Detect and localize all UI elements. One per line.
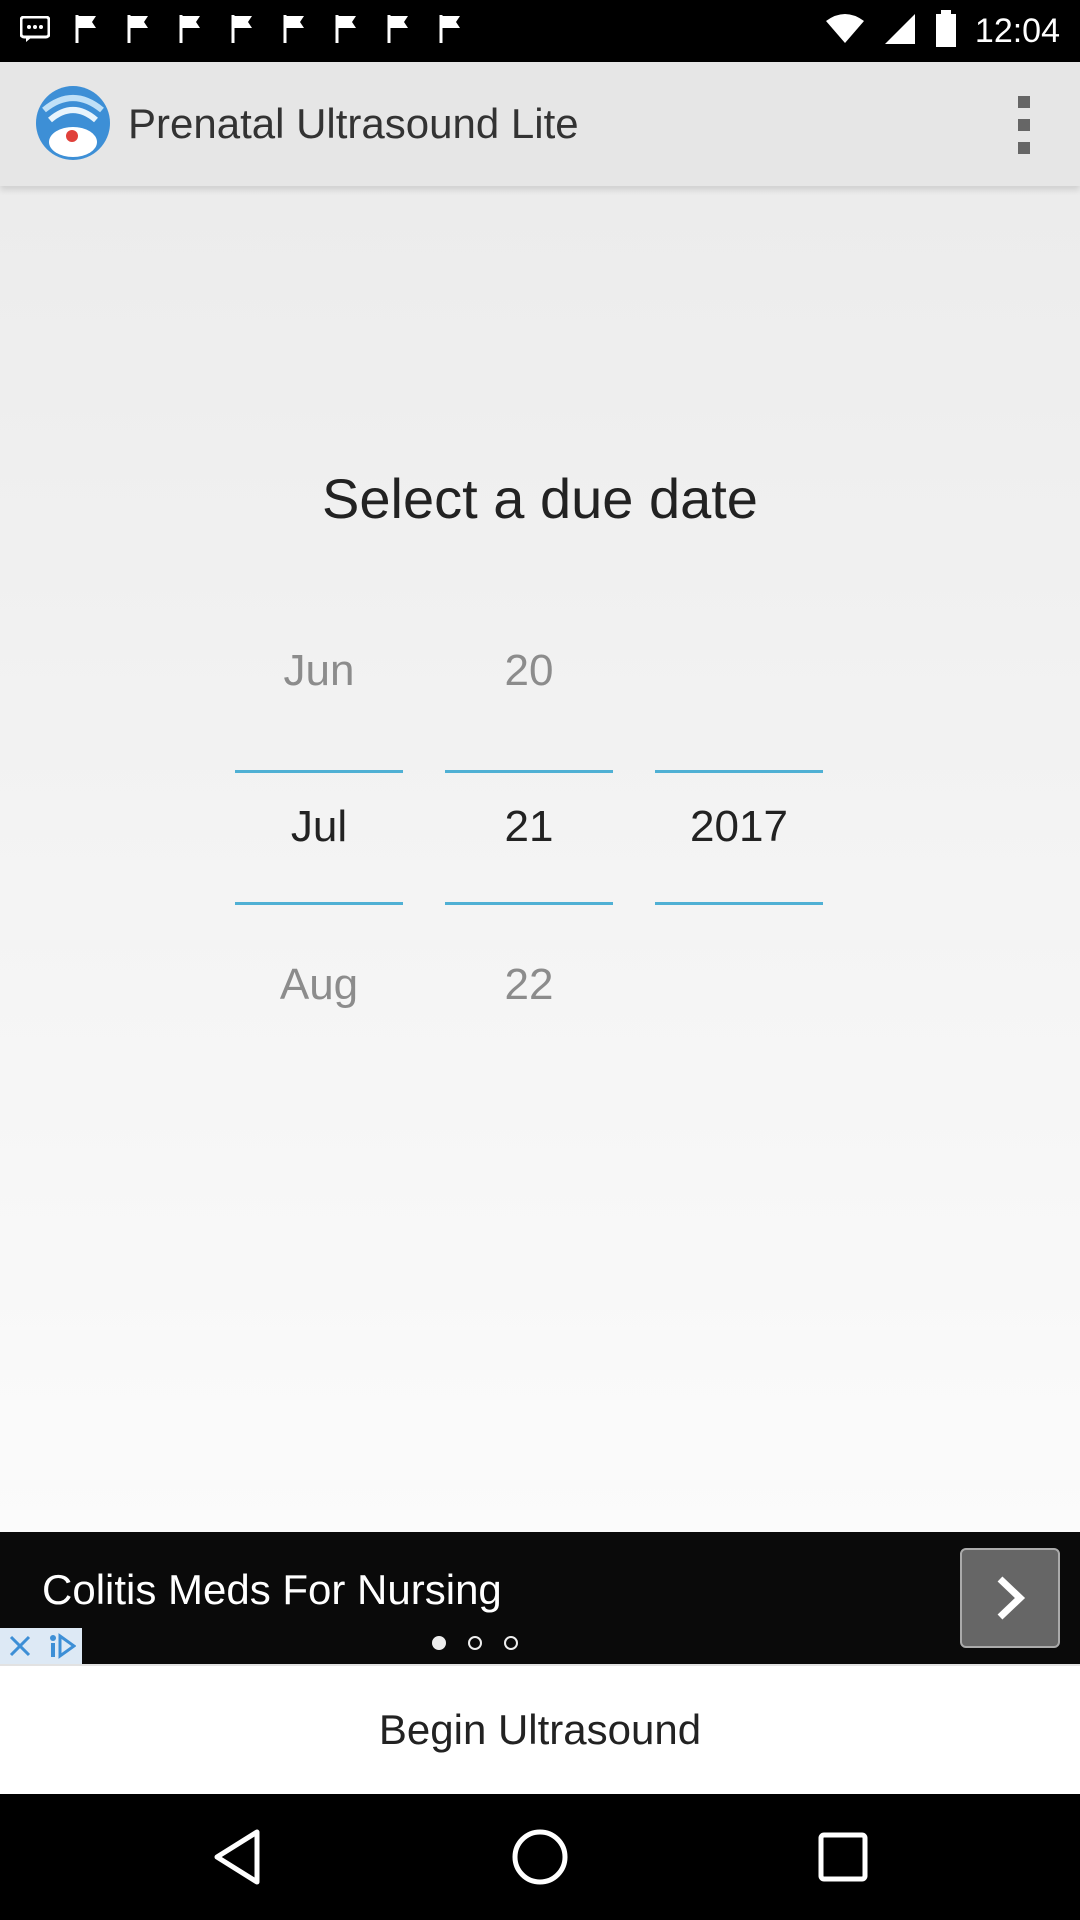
overflow-menu-icon[interactable] <box>1004 96 1044 154</box>
picker-divider-top <box>655 770 823 773</box>
year-picker[interactable]: 2017 <box>655 646 823 1026</box>
signal-icon <box>883 12 917 51</box>
picker-divider-top <box>235 770 403 773</box>
month-selected[interactable]: Jul <box>235 802 403 852</box>
pager-dot <box>504 1636 518 1650</box>
flag-icon <box>124 12 154 46</box>
chevron-right-icon <box>997 1576 1026 1620</box>
recents-icon[interactable] <box>810 1824 876 1890</box>
begin-ultrasound-label: Begin Ultrasound <box>378 1706 702 1753</box>
picker-divider-bottom <box>655 902 823 905</box>
status-indicators: 12:04 <box>825 10 1060 53</box>
status-bar: 12:04 <box>0 0 1080 62</box>
day-next[interactable]: 22 <box>445 960 613 1010</box>
flag-icon <box>332 12 362 46</box>
flag-icon <box>228 12 258 46</box>
flag-icon <box>280 12 310 46</box>
navigation-bar <box>0 1794 1080 1920</box>
day-prev[interactable]: 20 <box>445 646 613 696</box>
picker-divider-bottom <box>235 902 403 905</box>
ad-next-button[interactable] <box>960 1548 1060 1648</box>
ultrasound-logo-icon <box>34 84 112 162</box>
app-title: Prenatal Ultrasound Lite <box>128 100 579 147</box>
month-prev[interactable]: Jun <box>235 646 403 696</box>
status-clock: 12:04 <box>974 12 1060 50</box>
year-selected[interactable]: 2017 <box>655 802 823 852</box>
ad-close-icon[interactable] <box>0 1628 40 1664</box>
flag-icon <box>176 12 206 46</box>
flag-icon <box>384 12 414 46</box>
picker-divider-top <box>445 770 613 773</box>
main-content: Select a due date Jun Jul Aug 20 21 22 2… <box>0 186 1080 1532</box>
day-selected[interactable]: 21 <box>445 802 613 852</box>
ad-choices-icon[interactable] <box>40 1628 82 1664</box>
battery-icon <box>935 10 957 53</box>
month-next[interactable]: Aug <box>235 960 403 1010</box>
picker-divider-bottom <box>445 902 613 905</box>
begin-ultrasound-button[interactable]: Begin Ultrasound <box>0 1664 1080 1794</box>
pager-dot <box>432 1636 446 1650</box>
pager-dot <box>468 1636 482 1650</box>
month-picker[interactable]: Jun Jul Aug <box>235 646 403 1026</box>
back-icon[interactable] <box>204 1824 270 1890</box>
ad-text[interactable]: Colitis Meds For Nursing <box>42 1566 502 1614</box>
notification-icons <box>20 12 466 46</box>
message-icon <box>20 12 50 46</box>
app-bar: Prenatal Ultrasound Lite <box>0 62 1080 186</box>
ad-banner[interactable]: Colitis Meds For Nursing <box>0 1532 1080 1664</box>
flag-icon <box>436 12 466 46</box>
flag-icon <box>72 12 102 46</box>
page-title: Select a due date <box>322 467 758 530</box>
wifi-icon <box>825 13 865 50</box>
home-icon[interactable] <box>507 1824 573 1890</box>
day-picker[interactable]: 20 21 22 <box>445 646 613 1026</box>
ad-pager-dots <box>432 1636 518 1650</box>
